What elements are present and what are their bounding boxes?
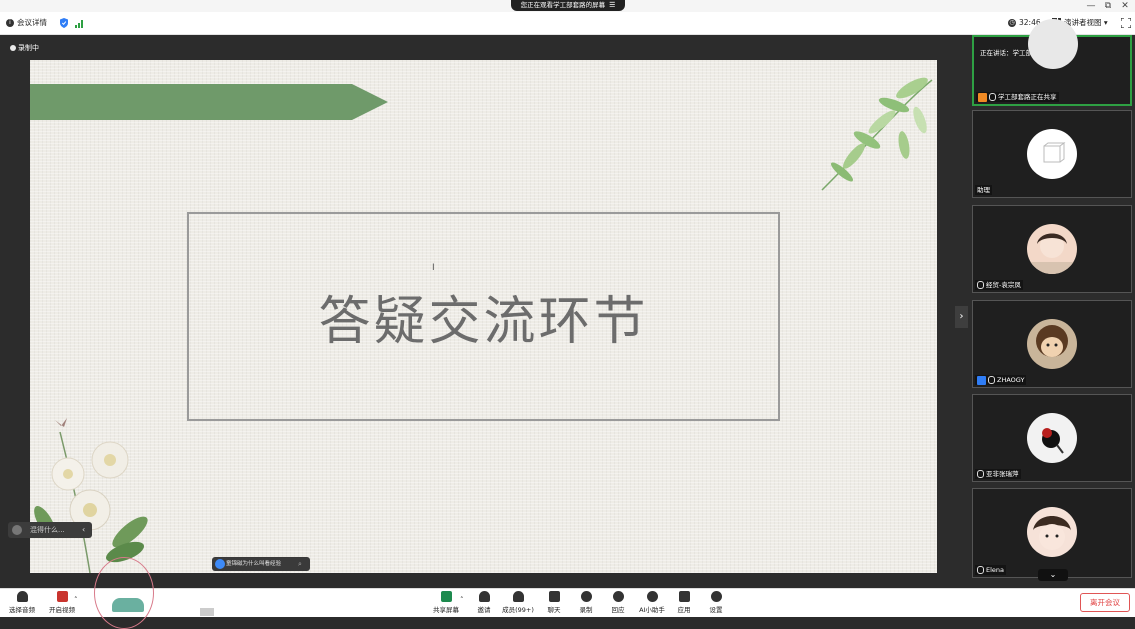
ai-assistant-icon <box>646 591 658 602</box>
user-icon <box>977 375 986 385</box>
video-label: 开启视频 <box>49 606 75 614</box>
participant-tile[interactable]: 经贸-袁宗凤 <box>972 205 1132 293</box>
participant-name-text: Elena <box>986 566 1005 574</box>
audio-label: 选择音频 <box>9 606 35 614</box>
avatar <box>1027 224 1077 274</box>
avatar <box>1027 319 1077 369</box>
record-button[interactable]: 录制 <box>568 591 604 614</box>
leaf-decoration-icon <box>821 77 933 191</box>
recording-label: 录制中 <box>18 44 39 52</box>
add-user-icon <box>478 591 490 602</box>
apps-grid-icon <box>678 591 690 602</box>
ai-assistant-label: AI小助手 <box>639 606 665 614</box>
camera-icon <box>56 591 68 602</box>
flower-decoration-icon <box>34 418 148 573</box>
reaction-button[interactable]: 回应 <box>600 591 636 614</box>
participant-name-text: ZHAOGY <box>997 376 1025 384</box>
chat-label: 聊天 <box>547 606 561 614</box>
chat-preview-bubble[interactable]: 混得什么... ‹ <box>8 522 92 538</box>
menu-icon[interactable]: ☰ <box>609 0 615 11</box>
share-screen-button[interactable]: 共享屏幕 <box>428 591 464 614</box>
avatar <box>1027 129 1077 179</box>
share-screen-icon <box>440 591 452 602</box>
mic-icon <box>977 566 984 574</box>
participant-name: ZHAOGY <box>975 375 1027 385</box>
members-label: 成员(99+) <box>502 606 534 614</box>
share-banner-text: 您正在观看学工部套路的屏幕 <box>520 1 606 9</box>
share-banner[interactable]: 您正在观看学工部套路的屏幕 ☰ <box>511 0 625 11</box>
chat-button[interactable]: 聊天 <box>536 591 572 614</box>
headphones-icon <box>16 591 28 602</box>
participant-name-text: 学工部套路正在共享 <box>998 93 1057 101</box>
participant-name: 亚非张瑞萍 <box>975 469 1021 479</box>
mic-icon <box>977 470 984 478</box>
annotation-circle <box>94 557 154 629</box>
participant-name: 助理 <box>975 185 992 195</box>
gear-icon <box>710 591 722 602</box>
settings-button[interactable]: 设置 <box>698 591 734 614</box>
fullscreen-icon[interactable] <box>1121 18 1131 28</box>
participant-name-text: 亚非张瑞萍 <box>986 470 1019 478</box>
green-banner-shape <box>30 84 388 120</box>
avatar <box>1027 507 1077 557</box>
ai-assistant-button[interactable]: AI小助手 <box>634 591 670 614</box>
participant-name: 经贸-袁宗凤 <box>975 280 1023 290</box>
chevron-up-icon[interactable]: ˄ <box>74 596 78 604</box>
mic-icon <box>989 93 996 101</box>
chat-preview-text: 混得什么... <box>30 526 65 534</box>
reaction-label: 回应 <box>611 606 625 614</box>
recording-indicator: 录制中 <box>10 43 39 53</box>
user-avatar-icon <box>12 525 22 535</box>
taskbar-thumb <box>200 608 214 616</box>
ai-prompt-text: 童锦磁为什么叫看经验 <box>226 561 282 567</box>
hand-icon <box>612 591 624 602</box>
presentation-slide: 答疑交流环节 I <box>30 60 937 573</box>
members-icon <box>512 591 524 602</box>
ai-assistant-icon <box>215 559 225 569</box>
scroll-down-button[interactable]: ⌄ <box>1038 569 1068 581</box>
record-icon <box>580 591 592 602</box>
audio-button[interactable]: 选择音频 <box>4 591 40 614</box>
participant-tile[interactable]: 助理 <box>972 110 1132 198</box>
info-icon[interactable]: i <box>6 19 14 27</box>
meeting-info-link[interactable]: 会议详情 <box>17 12 47 34</box>
chevron-left-icon[interactable]: ‹ <box>82 522 85 538</box>
participant-name-text: 经贸-袁宗凤 <box>986 281 1021 289</box>
shield-icon[interactable] <box>60 18 68 28</box>
minimize-button[interactable]: — <box>1085 0 1097 12</box>
leave-meeting-button[interactable]: 离开会议 <box>1080 593 1130 612</box>
signal-icon[interactable] <box>75 18 85 28</box>
host-icon <box>978 92 987 102</box>
mic-icon <box>988 376 995 384</box>
avatar <box>1028 19 1078 69</box>
participant-tile[interactable]: Elena <box>972 488 1132 578</box>
slide-title: 答疑交流环节 <box>318 292 649 352</box>
participant-name: 学工部套路正在共享 <box>976 92 1059 102</box>
chevron-up-icon[interactable]: ˄ <box>460 596 464 604</box>
mic-icon <box>977 281 984 289</box>
members-button[interactable]: 成员(99+) <box>500 591 536 614</box>
chat-icon <box>548 591 560 602</box>
participant-tile[interactable]: ZHAOGY <box>972 300 1132 388</box>
invite-label: 邀请 <box>477 606 491 614</box>
text-cursor-icon: I <box>432 263 435 273</box>
participant-tile[interactable]: 正在讲话：学工部套路; 学工部套路正在共享 <box>972 19 1132 106</box>
participant-name: Elena <box>975 565 1007 575</box>
record-label: 录制 <box>579 606 593 614</box>
clock-icon: ◷ <box>1008 19 1016 27</box>
apps-button[interactable]: 应用 <box>666 591 702 614</box>
apps-label: 应用 <box>677 606 691 614</box>
recording-icon <box>10 45 16 51</box>
participant-tile[interactable]: 亚非张瑞萍 <box>972 394 1132 482</box>
ai-assistant-input[interactable]: 童锦磁为什么叫看经验 ⌕ <box>212 557 310 571</box>
collapse-panel-button[interactable]: › <box>955 306 968 328</box>
settings-label: 设置 <box>709 606 723 614</box>
share-screen-label: 共享屏幕 <box>433 606 459 614</box>
close-button[interactable]: ✕ <box>1119 0 1131 12</box>
search-icon[interactable]: ⌕ <box>298 557 302 571</box>
invite-button[interactable]: 邀请 <box>466 591 502 614</box>
info-bar: i 会议详情 ◷ 32:46 演讲者视图 ▾ <box>0 12 1135 35</box>
restore-button[interactable]: ⧉ <box>1102 0 1114 12</box>
avatar <box>1027 413 1077 463</box>
